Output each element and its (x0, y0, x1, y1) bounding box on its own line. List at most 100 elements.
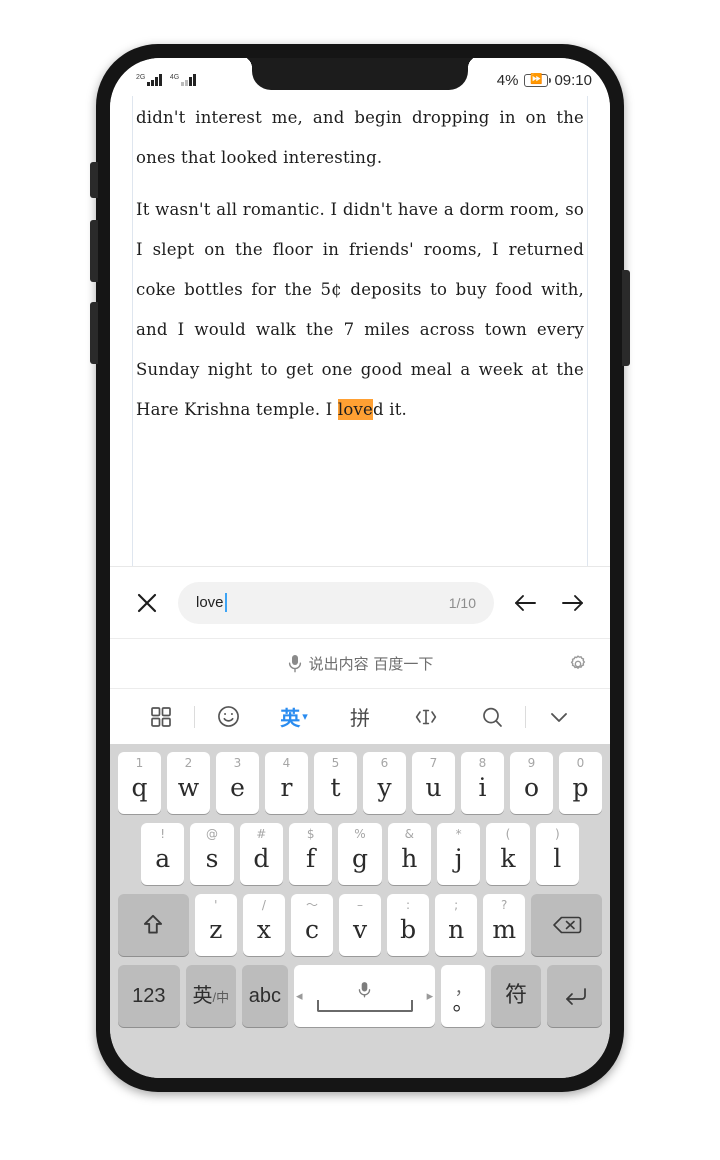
key-a[interactable]: ! a (141, 823, 185, 885)
language-pinyin-button[interactable]: 拼 (327, 689, 393, 744)
key-b[interactable]: :b (387, 894, 430, 956)
symbols-key[interactable]: 符 (490, 965, 542, 1027)
key-k[interactable]: (k (486, 823, 530, 885)
abc-key[interactable]: abc (242, 965, 288, 1027)
key-g[interactable]: % g (338, 823, 382, 885)
numeric-key-label: 123 (132, 985, 166, 1007)
language-switch-main: 英 (192, 985, 213, 1007)
key-hint: 7 (429, 756, 438, 770)
grid-icon[interactable] (128, 689, 194, 744)
key-t[interactable]: 5t (314, 752, 357, 814)
key-j[interactable]: * j (436, 823, 481, 885)
key-o[interactable]: 9o (510, 752, 553, 814)
reader-content[interactable]: didn't interest me, and begin dropping i… (110, 96, 610, 566)
key-hint: / (261, 898, 266, 912)
key-label: h (401, 844, 418, 873)
chevron-down-icon[interactable] (526, 689, 592, 744)
search-input-value: love (196, 594, 224, 611)
space-left-arrow-icon[interactable]: ◂ (296, 988, 303, 1004)
language-switch-key[interactable]: 英/中 (185, 965, 236, 1027)
reader-text: didn't interest me, and begin dropping i… (136, 108, 584, 167)
key-hint: & (404, 827, 414, 841)
volume-down-button[interactable] (90, 302, 98, 364)
status-bar: 2G 4G 4% ⏩ 09:10 (110, 58, 610, 96)
key-s[interactable]: @ s (190, 823, 234, 885)
mute-switch-button[interactable] (90, 162, 98, 198)
keyboard-row-3: ' z / x ～ c – v: b; n? m (115, 894, 605, 956)
key-hint: * (455, 827, 462, 841)
emoji-icon[interactable] (195, 689, 261, 744)
language-english-button[interactable]: 英 ▾ (261, 689, 327, 744)
volume-up-button[interactable] (90, 220, 98, 282)
key-hint: 4 (282, 756, 291, 770)
key-r[interactable]: 4r (265, 752, 308, 814)
language-english-label: 英 (280, 706, 301, 730)
keyboard-row-2: ! a @ s # d $ f% g & h * j(k) l (115, 823, 605, 885)
network-type-label-2: 4G (169, 74, 180, 81)
key-hint: : (406, 898, 411, 912)
key-hint: ; (454, 898, 459, 912)
key-hint: ( (505, 827, 511, 841)
keyboard-row-3-letters: ' z / x ～ c – v: b; n? m (194, 894, 526, 956)
key-q[interactable]: 1q (118, 752, 161, 814)
key-h[interactable]: & h (387, 823, 431, 885)
signal-indicator-2: 4G (170, 74, 196, 86)
key-v[interactable]: – v (338, 894, 382, 956)
key-label: d (253, 844, 270, 873)
key-c[interactable]: ～ c (290, 894, 333, 956)
key-i[interactable]: 8i (461, 752, 504, 814)
key-z[interactable]: ' z (194, 894, 237, 956)
close-icon[interactable] (130, 586, 164, 620)
text-caret (224, 593, 227, 612)
key-y[interactable]: 6y (363, 752, 406, 814)
shift-key[interactable] (118, 894, 189, 956)
language-pinyin-label: 拼 (350, 706, 370, 730)
notch (240, 58, 480, 90)
search-input[interactable]: love 1/10 (178, 581, 494, 624)
phone-frame: 2G 4G 4% ⏩ 09:10 didn't interest me, and… (90, 44, 630, 1092)
key-l[interactable]: ) l (535, 823, 579, 885)
keyboard-row-4: 123 英/中 abc ◂ ▸ ， 。 符 (115, 965, 605, 1027)
battery-icon: ⏩ (524, 73, 552, 87)
key-m[interactable]: ? m (483, 894, 526, 956)
microphone-icon[interactable] (357, 981, 372, 1000)
key-p[interactable]: 0p (559, 752, 602, 814)
space-right-arrow-icon[interactable]: ▸ (427, 988, 434, 1004)
key-e[interactable]: 3e (216, 752, 259, 814)
space-key[interactable]: ◂ ▸ (293, 965, 436, 1027)
numeric-key[interactable]: 123 (118, 965, 180, 1027)
punctuation-key[interactable]: ， 。 (441, 965, 485, 1027)
cursor-move-icon[interactable] (393, 689, 459, 744)
key-u[interactable]: 7u (412, 752, 455, 814)
status-bar-left: 2G 4G (136, 74, 196, 86)
key-hint: ～ (305, 898, 318, 912)
key-x[interactable]: / x (242, 894, 285, 956)
signal-indicator-1: 2G (136, 74, 162, 86)
key-label: b (400, 915, 417, 944)
next-match-button[interactable] (556, 586, 590, 620)
key-hint: 5 (331, 756, 340, 770)
key-label: s (205, 844, 219, 873)
keyboard: 1q2w3e4r5t6y7u8i9o0p ! a @ s # d $ f% g & h * j(k) l … (110, 744, 610, 1078)
key-n[interactable]: ; n (435, 894, 478, 956)
previous-match-button[interactable] (508, 586, 542, 620)
search-icon[interactable] (459, 689, 525, 744)
reader-text: d it. (373, 400, 407, 419)
key-w[interactable]: 2w (167, 752, 210, 814)
voice-input-bar[interactable]: 说出内容 百度一下 (110, 638, 610, 688)
key-label: y (377, 773, 392, 802)
enter-key[interactable] (547, 965, 602, 1027)
key-d[interactable]: # d (239, 823, 283, 885)
power-button[interactable] (622, 270, 630, 366)
key-label: p (572, 773, 589, 802)
key-label: a (155, 844, 171, 873)
key-hint: @ (206, 827, 218, 841)
gear-icon[interactable] (568, 654, 588, 674)
phone-screen: 2G 4G 4% ⏩ 09:10 didn't interest me, and… (110, 58, 610, 1078)
key-label: u (425, 773, 442, 802)
key-f[interactable]: $ f (289, 823, 333, 885)
battery-percent-label: 4% (496, 71, 519, 89)
backspace-key[interactable] (531, 894, 602, 956)
search-result-counter: 1/10 (448, 594, 476, 611)
signal-bars-icon-2 (181, 74, 196, 86)
